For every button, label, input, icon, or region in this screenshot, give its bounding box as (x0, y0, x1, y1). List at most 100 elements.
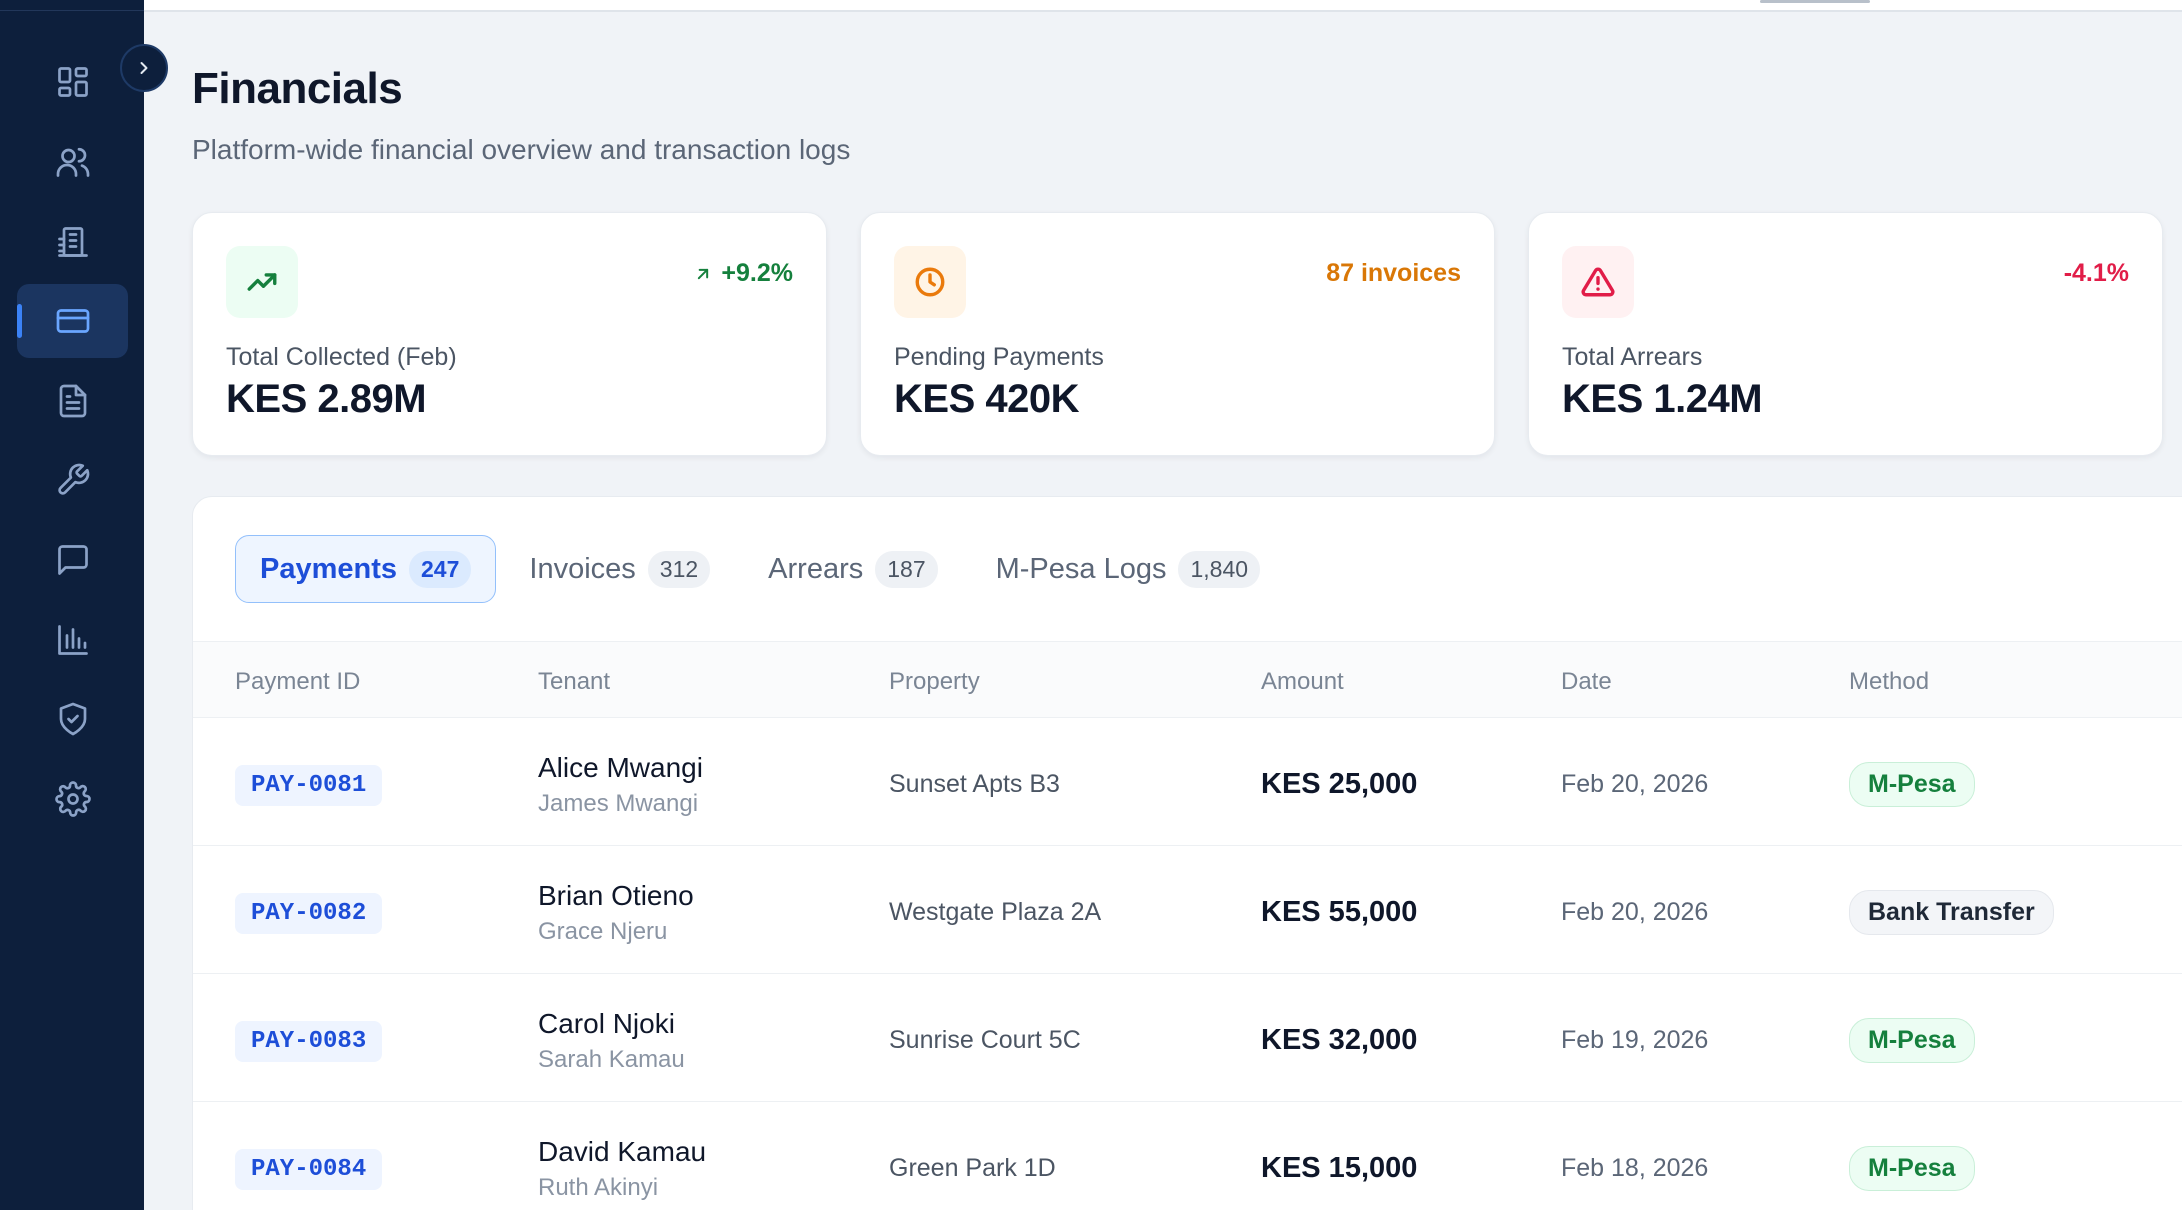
stat-label: Pending Payments (894, 343, 1104, 371)
shield-check-icon (59, 702, 86, 736)
payment-method-badge: M-Pesa (1849, 1146, 1975, 1191)
table-row[interactable]: PAY-0083 Carol Njoki Sarah Kamau Sunrise… (193, 974, 2182, 1102)
stat-trend: 87 invoices (1326, 259, 1461, 288)
users-icon (56, 147, 89, 177)
wrench-icon (57, 463, 89, 495)
tab-bar: Payments 247 Invoices 312 Arrears 187 M-… (235, 535, 1293, 603)
sidebar-item-messages[interactable] (17, 523, 128, 597)
tenant-secondary-name: Sarah Kamau (538, 1046, 685, 1073)
tenant-secondary-name: Grace Njeru (538, 918, 668, 945)
stat-trend: -4.1% (2064, 259, 2129, 288)
alert-triangle-icon (1581, 267, 1615, 297)
active-indicator (17, 304, 22, 338)
stat-value: KES 2.89M (226, 377, 427, 421)
table-header: Payment ID Tenant Property Amount Date M… (193, 641, 2182, 718)
top-bar-scroll-indicator (1760, 0, 1870, 3)
payment-amount: KES 15,000 (1261, 1152, 1418, 1184)
bar-chart-icon (57, 625, 88, 655)
payment-id-badge[interactable]: PAY-0082 (235, 893, 383, 934)
page-title: Financials (192, 64, 403, 113)
stat-icon-box (894, 246, 966, 318)
trending-up-icon (247, 273, 277, 291)
column-header-tenant[interactable]: Tenant (538, 668, 610, 696)
payment-date: Feb 20, 2026 (1561, 770, 1709, 798)
sidebar-item-settings[interactable] (17, 762, 128, 836)
column-header-property[interactable]: Property (889, 668, 980, 696)
stat-card-pending-payments: 87 invoices Pending Payments KES 420K (860, 212, 1495, 456)
stat-icon-box (1562, 246, 1634, 318)
column-header-method[interactable]: Method (1849, 668, 1929, 696)
table-row[interactable]: PAY-0082 Brian Otieno Grace Njeru Westga… (193, 846, 2182, 974)
payment-date: Feb 18, 2026 (1561, 1154, 1709, 1182)
tab-count-badge: 187 (875, 550, 938, 588)
tenant-secondary-name: James Mwangi (538, 790, 699, 817)
message-icon (57, 545, 88, 575)
sidebar-item-dashboard[interactable] (17, 45, 128, 119)
column-header-payment-id[interactable]: Payment ID (235, 668, 360, 696)
column-header-amount[interactable]: Amount (1261, 668, 1344, 696)
table-row[interactable]: PAY-0084 David Kamau Ruth Akinyi Green P… (193, 1102, 2182, 1210)
payment-method-badge: M-Pesa (1849, 762, 1975, 807)
payment-id-badge[interactable]: PAY-0084 (235, 1149, 383, 1190)
payment-amount: KES 25,000 (1261, 768, 1418, 800)
property-name: Sunrise Court 5C (889, 1026, 1081, 1054)
property-name: Sunset Apts B3 (889, 770, 1060, 798)
stat-card-total-arrears: -4.1% Total Arrears KES 1.24M (1528, 212, 2163, 456)
stat-trend-text: +9.2% (721, 259, 793, 287)
tab-arrears[interactable]: Arrears 187 (743, 535, 962, 603)
transactions-panel: Payments 247 Invoices 312 Arrears 187 M-… (192, 496, 2182, 1210)
payment-amount: KES 55,000 (1261, 896, 1418, 928)
payment-date: Feb 20, 2026 (1561, 898, 1709, 926)
gear-icon (54, 781, 91, 817)
stat-trend: +9.2% (693, 259, 793, 288)
tab-count-badge: 247 (409, 550, 472, 588)
tab-invoices[interactable]: Invoices 312 (504, 535, 735, 603)
clock-icon (915, 267, 945, 297)
stat-value: KES 1.24M (1562, 377, 1763, 421)
page-subtitle: Platform-wide financial overview and tra… (192, 134, 851, 165)
payment-date: Feb 19, 2026 (1561, 1026, 1709, 1054)
stat-icon-box (226, 246, 298, 318)
tab-label: Payments (260, 552, 398, 585)
stat-label: Total Collected (Feb) (226, 343, 457, 371)
sidebar-item-properties[interactable] (17, 205, 128, 279)
column-header-date[interactable]: Date (1561, 668, 1612, 696)
tab-payments[interactable]: Payments 247 (235, 535, 497, 603)
sidebar-item-documents[interactable] (17, 364, 128, 438)
sidebar-item-maintenance[interactable] (17, 443, 128, 517)
arrow-up-right-icon (698, 268, 709, 279)
sidebar-divider (0, 10, 144, 11)
credit-card-icon (56, 309, 89, 333)
payment-id-badge[interactable]: PAY-0081 (235, 765, 383, 806)
sidebar-expand-button[interactable] (120, 44, 168, 92)
document-icon (59, 384, 86, 418)
stat-card-total-collected: +9.2% Total Collected (Feb) KES 2.89M (192, 212, 827, 456)
tenant-name: Alice Mwangi (538, 752, 703, 783)
tab-label: Arrears (768, 552, 864, 585)
stat-trend-text: -4.1% (2063, 259, 2129, 287)
payment-method-badge: Bank Transfer (1849, 890, 2054, 935)
sidebar-item-financials[interactable] (17, 284, 128, 358)
property-name: Green Park 1D (889, 1154, 1056, 1182)
property-name: Westgate Plaza 2A (889, 898, 1102, 926)
sidebar-item-users[interactable] (17, 125, 128, 199)
tab-count-badge: 1,840 (1178, 550, 1261, 588)
tenant-name: David Kamau (538, 1136, 707, 1167)
payment-id-badge[interactable]: PAY-0083 (235, 1021, 383, 1062)
tab-count-badge: 312 (647, 550, 711, 588)
sidebar (0, 0, 144, 1210)
table-row[interactable]: PAY-0081 Alice Mwangi James Mwangi Sunse… (193, 718, 2182, 846)
stat-value: KES 420K (894, 377, 1079, 421)
chevron-right-icon (140, 62, 148, 74)
sidebar-item-security[interactable] (17, 682, 128, 756)
tenant-secondary-name: Ruth Akinyi (538, 1174, 659, 1201)
stat-trend-text: 87 invoices (1326, 259, 1461, 287)
dashboard-icon (57, 67, 88, 97)
tab-label: Invoices (529, 552, 636, 585)
tab-mpesa-logs[interactable]: M-Pesa Logs 1,840 (971, 535, 1285, 603)
tab-label: M-Pesa Logs (995, 552, 1167, 585)
sidebar-item-reports[interactable] (17, 603, 128, 677)
payment-method-badge: M-Pesa (1849, 1018, 1975, 1063)
top-bar (144, 0, 2182, 12)
payment-amount: KES 32,000 (1261, 1024, 1418, 1056)
